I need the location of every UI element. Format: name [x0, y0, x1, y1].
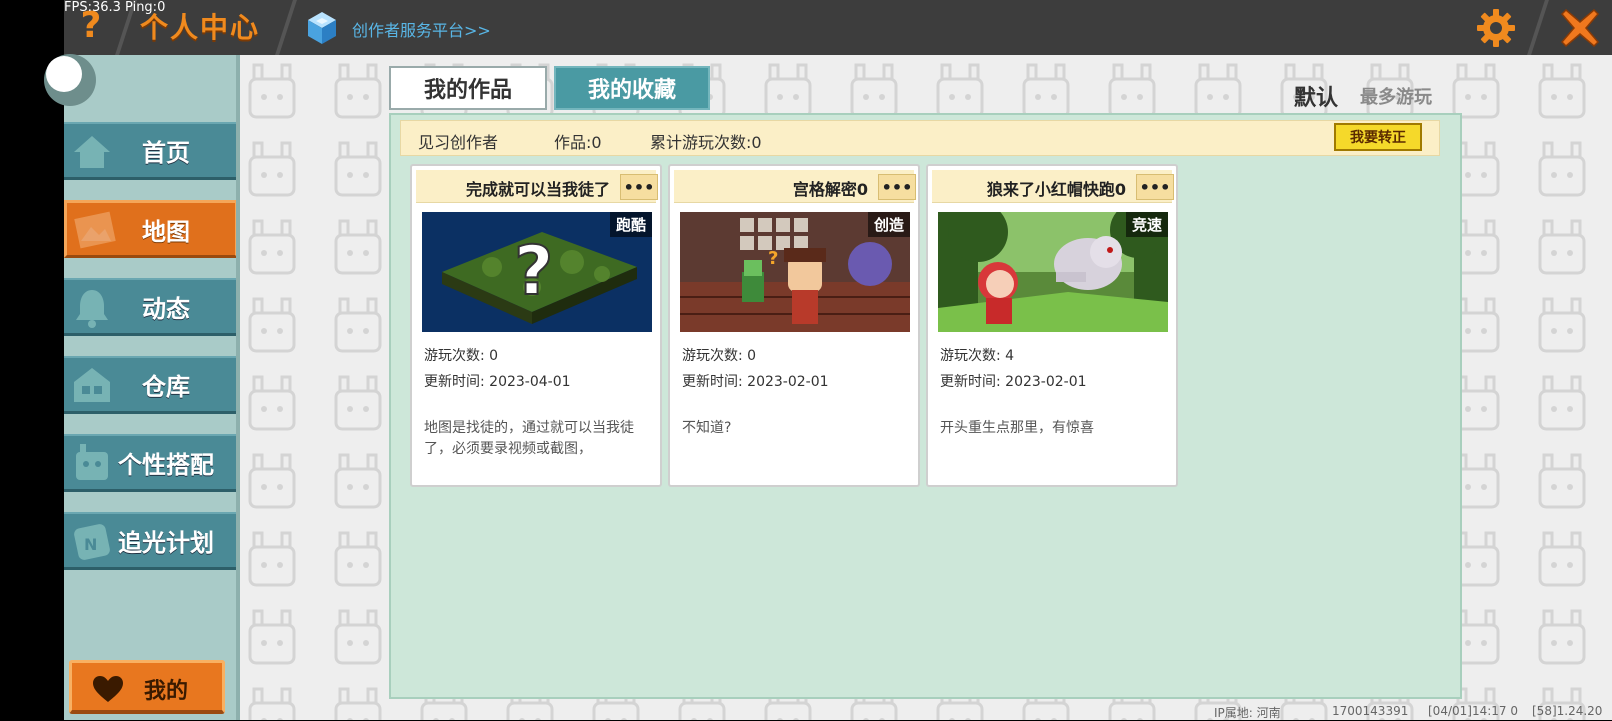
tab-my-favorites[interactable]: 我的收藏 [554, 66, 710, 110]
close-icon[interactable] [1560, 8, 1600, 48]
play-count: 游玩次数: 0 [682, 348, 757, 364]
total-plays: 累计游玩次数:0 [650, 133, 762, 152]
game-screen: FPS:36.3 Ping:0 ? 个人中心 创作者服务平台>> 首页 地图 动… [0, 0, 1612, 720]
sidebar-item-outfit[interactable]: 个性搭配 [64, 434, 238, 492]
card-description: 不知道? [682, 420, 732, 436]
sidebar-item-warehouse[interactable]: 仓库 [64, 356, 238, 414]
svg-text:?: ? [514, 232, 553, 311]
mine-label: 我的 [144, 679, 189, 704]
update-time: 更新时间: 2023-02-01 [682, 374, 829, 390]
play-count: 游玩次数: 4 [940, 348, 1015, 364]
fps-readout: FPS:36.3 Ping:0 [64, 0, 166, 15]
card-header: 狼来了小红帽快跑0 ••• [932, 170, 1174, 203]
tab-my-works[interactable]: 我的作品 [389, 66, 547, 110]
ip-location: IP属地: 河南 [1214, 706, 1281, 720]
sidebar-item-home[interactable]: 首页 [64, 122, 238, 180]
sidebar-item-label: 地图 [142, 217, 190, 246]
card-description: 地图是找徒的，通过就可以当我徒了，必须要录视频或截图， [424, 420, 634, 457]
sort-default[interactable]: 默认 [1294, 80, 1338, 112]
sidebar-item-label: 个性搭配 [118, 451, 214, 479]
sidebar-item-label: 追光计划 [118, 529, 214, 557]
play-count: 游玩次数: 0 [424, 348, 499, 364]
card-description: 开头重生点那里，有惊喜 [940, 420, 1094, 436]
map-thumbnail: 竞速 [938, 212, 1168, 332]
version: [58]1.24.20 [1532, 704, 1603, 718]
map-type-tag: 跑酷 [609, 212, 652, 237]
works-count: 作品:0 [554, 133, 602, 152]
heart-icon [93, 676, 123, 702]
card-header: 宫格解密0 ••• [674, 170, 916, 203]
sidebar-item-chase-light[interactable]: N 追光计划 [64, 512, 238, 570]
user-id: 1700143391 [1332, 704, 1409, 718]
creator-platform-link[interactable]: 创作者服务平台>> [352, 17, 491, 41]
map-thumbnail: ? 跑酷 [422, 212, 652, 332]
map-card[interactable]: 宫格解密0 ••• ? 创造 游玩次数: 0 更新时间: 2023-02-01 … [668, 164, 920, 487]
become-official-button[interactable]: 我要转正 [1334, 123, 1422, 151]
sidebar-item-label: 首页 [142, 139, 190, 167]
sort-most-played[interactable]: 最多游玩 [1360, 83, 1432, 109]
mine-button[interactable]: 我的 [69, 660, 225, 714]
more-options-button[interactable]: ••• [620, 174, 658, 200]
sidebar-item-activity[interactable]: 动态 [64, 278, 238, 336]
sidebar-item-label: 动态 [142, 295, 190, 323]
map-card[interactable]: 完成就可以当我徒了 ••• ? 跑酷 游玩次数: 0 更新时间: 2023-04… [410, 164, 662, 487]
more-options-button[interactable]: ••• [1136, 174, 1174, 200]
card-title: 狼来了小红帽快跑0 [986, 180, 1126, 199]
map-type-tag: 竞速 [1125, 212, 1168, 237]
sidebar-item-label: 仓库 [142, 373, 190, 401]
floating-toggle[interactable] [44, 54, 96, 106]
map-card[interactable]: 狼来了小红帽快跑0 ••• 竞速 游玩次数: 4 更新时间: 2023-02-0… [926, 164, 1178, 487]
svg-text:?: ? [768, 248, 778, 269]
timestamp: [04/01]14:17 0 [1428, 704, 1518, 718]
card-title: 宫格解密0 [792, 180, 868, 199]
letterbox-strip [0, 0, 64, 720]
card-header: 完成就可以当我徒了 ••• [416, 170, 658, 203]
update-time: 更新时间: 2023-04-01 [424, 374, 571, 390]
card-title: 完成就可以当我徒了 [465, 180, 610, 199]
gear-icon[interactable] [1476, 8, 1516, 48]
more-options-button[interactable]: ••• [878, 174, 916, 200]
map-thumbnail: ? 创造 [680, 212, 910, 332]
top-bar [64, 0, 1612, 57]
cube-icon[interactable] [306, 10, 338, 46]
update-time: 更新时间: 2023-02-01 [940, 374, 1087, 390]
sidebar-item-map[interactable]: 地图 [64, 200, 238, 258]
creator-level: 见习创作者 [418, 133, 499, 152]
map-type-tag: 创造 [867, 212, 910, 237]
